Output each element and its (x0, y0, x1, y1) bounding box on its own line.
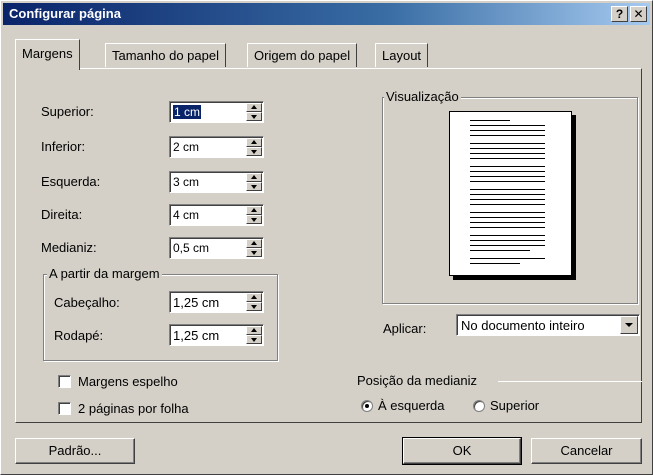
cancel-button[interactable]: Cancelar (531, 438, 642, 464)
inferior-stepper[interactable]: 2 cm (169, 136, 264, 158)
chevron-down-icon[interactable] (620, 316, 638, 334)
cabecalho-label: Cabeçalho: (54, 295, 120, 310)
preview-page (449, 111, 572, 276)
inferior-label: Inferior: (41, 139, 86, 154)
cabecalho-stepper[interactable]: 1,25 cm (169, 291, 264, 313)
mirror-margins-checkbox[interactable] (58, 375, 71, 388)
spin-up-icon[interactable] (246, 239, 262, 248)
superior-value[interactable]: 1 cm (173, 105, 202, 119)
spin-up-icon[interactable] (246, 103, 262, 112)
window-title: Configurar página (9, 6, 121, 21)
help-button[interactable]: ? (611, 6, 628, 22)
medianiz-value[interactable]: 0,5 cm (173, 241, 209, 255)
preview-title: Visualização (384, 89, 461, 104)
tab-margens[interactable]: Margens (15, 39, 80, 70)
spin-up-icon[interactable] (246, 326, 262, 335)
page-setup-dialog: Configurar página ? ✕ Margens Tamanho do… (0, 0, 653, 475)
mirror-margins-label[interactable]: Margens espelho (78, 374, 178, 389)
superior-label: Superior: (41, 104, 94, 119)
tab-layout-label: Layout (382, 48, 422, 63)
divider (498, 381, 642, 382)
two-pages-label[interactable]: 2 páginas por folha (78, 401, 189, 416)
apply-select[interactable]: No documento inteiro (456, 314, 640, 336)
tab-origem-do-papel[interactable]: Origem do papel (247, 43, 358, 67)
spin-down-icon[interactable] (246, 335, 262, 344)
spin-down-icon[interactable] (246, 302, 262, 311)
spin-down-icon[interactable] (246, 215, 262, 224)
spin-down-icon[interactable] (246, 147, 262, 156)
ok-button[interactable]: OK (402, 437, 522, 465)
esquerda-label: Esquerda: (41, 174, 101, 189)
gutter-left-radio[interactable] (361, 400, 373, 412)
esquerda-stepper[interactable]: 3 cm (169, 171, 264, 193)
gutter-position-title: Posição da medianiz (357, 373, 477, 388)
medianiz-label: Medianiz: (41, 240, 97, 255)
superior-stepper[interactable]: 1 cm (169, 101, 264, 123)
spin-up-icon[interactable] (246, 173, 262, 182)
tab-tamanho-do-papel[interactable]: Tamanho do papel (105, 43, 226, 67)
direita-stepper[interactable]: 4 cm (169, 204, 264, 226)
tab-origem-label: Origem do papel (254, 48, 351, 63)
spin-down-icon[interactable] (246, 248, 262, 257)
from-edge-group (43, 274, 278, 361)
spin-down-icon[interactable] (246, 182, 262, 191)
gutter-top-label[interactable]: Superior (490, 398, 539, 413)
rodape-value[interactable]: 1,25 cm (173, 328, 219, 343)
rodape-stepper[interactable]: 1,25 cm (169, 324, 264, 346)
from-edge-title: A partir da margem (47, 266, 162, 281)
apply-select-value[interactable]: No documento inteiro (461, 318, 585, 333)
gutter-left-label[interactable]: À esquerda (378, 398, 445, 413)
tab-margens-label: Margens (22, 46, 73, 61)
spin-up-icon[interactable] (246, 293, 262, 302)
cabecalho-value[interactable]: 1,25 cm (173, 295, 219, 310)
default-button[interactable]: Padrão... (15, 438, 135, 464)
direita-label: Direita: (41, 207, 83, 222)
spin-up-icon[interactable] (246, 206, 262, 215)
spin-up-icon[interactable] (246, 138, 262, 147)
medianiz-stepper[interactable]: 0,5 cm (169, 237, 264, 259)
close-button[interactable]: ✕ (630, 6, 647, 22)
tab-tamanho-label: Tamanho do papel (112, 48, 219, 63)
inferior-value[interactable]: 2 cm (173, 140, 199, 154)
rodape-label: Rodapé: (54, 328, 104, 343)
esquerda-value[interactable]: 3 cm (173, 175, 199, 189)
direita-value[interactable]: 4 cm (173, 208, 199, 222)
apply-label: Aplicar: (383, 321, 427, 336)
gutter-top-radio[interactable] (473, 400, 485, 412)
spin-down-icon[interactable] (246, 112, 262, 121)
title-bar: Configurar página ? ✕ (3, 3, 650, 25)
tab-layout[interactable]: Layout (375, 43, 429, 67)
two-pages-checkbox[interactable] (58, 402, 71, 415)
